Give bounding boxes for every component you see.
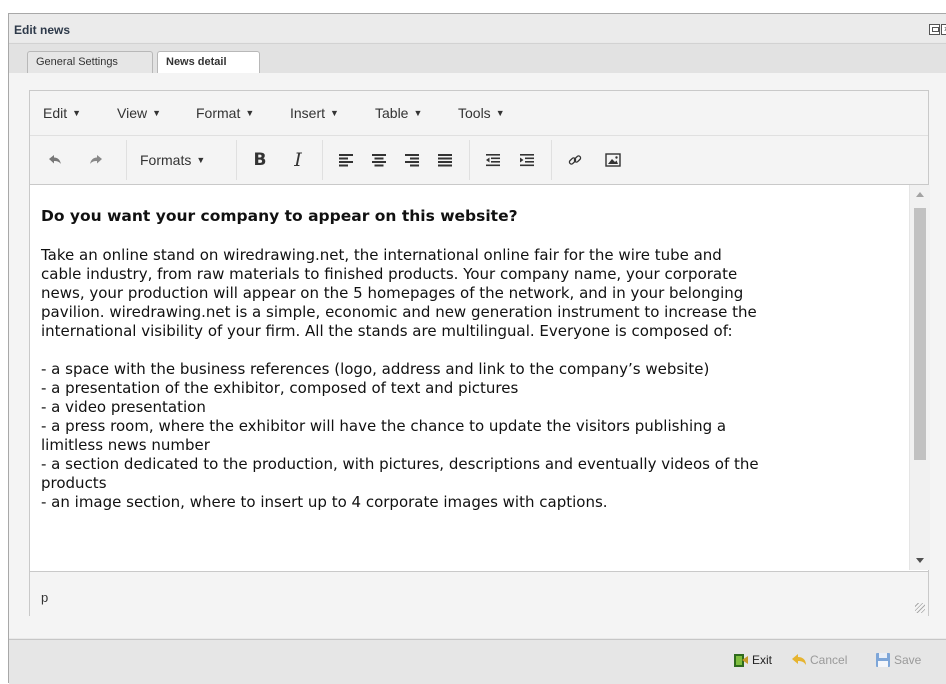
list-line: - a section dedicated to the production,… — [41, 455, 759, 473]
align-left-icon[interactable] — [335, 148, 357, 172]
editor-statusbar: p — [30, 571, 928, 616]
formats-label: Formats — [140, 152, 192, 168]
redo-icon[interactable] — [85, 148, 107, 172]
content-heading: Do you want your company to appear on th… — [41, 207, 518, 225]
editor-content-area[interactable]: Do you want your company to appear on th… — [30, 185, 910, 570]
window-footer: Exit Cancel Save — [9, 639, 946, 684]
list-line: - a press room, where the exhibitor will… — [41, 417, 727, 435]
tab-news-detail[interactable]: News detail — [157, 51, 260, 74]
content-scrollbar[interactable] — [909, 185, 930, 570]
list-line: - a presentation of the exhibitor, compo… — [41, 379, 519, 397]
menu-view-label: View — [117, 105, 148, 121]
cancel-label: Cancel — [810, 653, 848, 667]
menu-tools[interactable]: Tools ▼ — [458, 105, 505, 121]
toolbar-separator — [551, 140, 552, 180]
list-line: products — [41, 474, 107, 492]
toolbar-separator — [126, 140, 127, 180]
toolbar-separator — [469, 140, 470, 180]
exit-label: Exit — [752, 653, 773, 667]
list-line: - a video presentation — [41, 398, 206, 416]
close-icon[interactable]: × — [941, 24, 946, 35]
menu-view[interactable]: View ▼ — [117, 105, 161, 121]
floppy-disk-icon — [875, 652, 891, 668]
tab-general-settings[interactable]: General Settings — [27, 51, 153, 73]
tab-bar: General Settings News detail — [9, 43, 946, 74]
image-icon[interactable] — [602, 148, 624, 172]
undo-arrow-icon — [791, 652, 807, 668]
caret-down-icon: ▼ — [245, 108, 255, 118]
rich-text-editor: Edit ▼ View ▼ Format ▼ Insert ▼ Table ▼ Tools… — [29, 90, 930, 616]
cancel-button[interactable]: Cancel — [791, 651, 847, 669]
scroll-down-icon[interactable] — [916, 558, 924, 563]
caret-down-icon: ▼ — [72, 108, 82, 118]
menu-tools-label: Tools — [458, 105, 491, 121]
scrollbar-thumb[interactable] — [914, 208, 926, 460]
paragraph-line: cable industry, from raw materials to fi… — [41, 265, 738, 283]
window-titlebar[interactable]: Edit news × — [9, 14, 946, 42]
bold-icon[interactable]: B — [249, 148, 271, 172]
caret-down-icon: ▼ — [152, 108, 162, 118]
save-label: Save — [894, 653, 922, 667]
italic-icon[interactable]: I — [287, 148, 309, 172]
menu-insert-label: Insert — [290, 105, 326, 121]
formats-dropdown[interactable]: Formats ▼ — [140, 148, 230, 172]
align-center-icon[interactable] — [368, 148, 390, 172]
align-right-icon[interactable] — [401, 148, 423, 172]
resize-handle-icon[interactable] — [915, 603, 925, 613]
menu-table[interactable]: Table ▼ — [375, 105, 422, 121]
list-line: - a space with the business references (… — [41, 360, 710, 378]
caret-down-icon: ▼ — [196, 155, 206, 165]
undo-icon[interactable] — [44, 148, 66, 172]
window-title: Edit news — [14, 23, 71, 37]
menu-format[interactable]: Format ▼ — [196, 105, 254, 121]
caret-down-icon: ▼ — [495, 108, 505, 118]
scroll-up-icon[interactable] — [916, 192, 924, 197]
indent-icon[interactable] — [516, 148, 538, 172]
restore-icon[interactable] — [929, 24, 940, 35]
menu-format-label: Format — [196, 105, 241, 121]
element-path[interactable]: p — [41, 590, 48, 605]
list-line: - an image section, where to insert up t… — [41, 493, 608, 511]
paragraph-line: Take an online stand on wiredrawing.net,… — [41, 246, 722, 264]
toolbar-separator — [322, 140, 323, 180]
caret-down-icon: ▼ — [413, 108, 423, 118]
toolbar-separator — [236, 140, 237, 180]
outdent-icon[interactable] — [482, 148, 504, 172]
menu-edit[interactable]: Edit ▼ — [43, 105, 81, 121]
exit-icon — [733, 652, 749, 668]
menu-edit-label: Edit — [43, 105, 68, 121]
link-icon[interactable] — [564, 148, 586, 172]
edit-news-window: Edit news × General Settings News detail… — [8, 13, 946, 684]
align-justify-icon[interactable] — [434, 148, 456, 172]
list-line: limitless news number — [41, 436, 210, 454]
exit-button[interactable]: Exit — [733, 651, 772, 669]
save-button[interactable]: Save — [875, 651, 921, 669]
menu-table-label: Table — [375, 105, 409, 121]
editor-toolbar: Formats ▼ B I — [30, 136, 928, 185]
paragraph-line: international visibility of your firm. A… — [41, 322, 733, 340]
paragraph-line: pavilion. wiredrawing.net is a simple, e… — [41, 303, 757, 321]
paragraph-line: news, your production will appear on the… — [41, 284, 744, 302]
caret-down-icon: ▼ — [330, 108, 339, 118]
editor-menubar: Edit ▼ View ▼ Format ▼ Insert ▼ Table ▼ Tools… — [30, 91, 928, 136]
menu-insert[interactable]: Insert ▼ — [290, 105, 339, 121]
